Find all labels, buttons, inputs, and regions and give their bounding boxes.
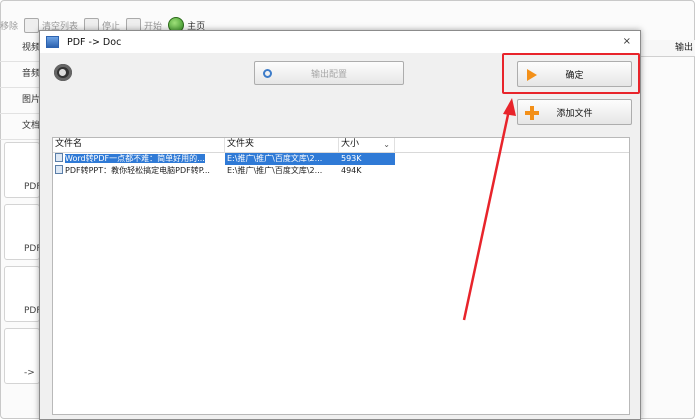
- column-header-size-label: 大小: [341, 139, 360, 149]
- add-file-button[interactable]: 添加文件: [517, 99, 632, 125]
- plus-icon: [525, 106, 539, 120]
- file-size: 593K: [339, 153, 395, 165]
- column-header-name[interactable]: 文件名: [53, 138, 225, 152]
- close-icon[interactable]: ×: [623, 36, 631, 47]
- sidebar-tab-audio[interactable]: 音频: [0, 62, 40, 88]
- table-row[interactable]: PDF转PPT：教你轻松搞定电脑PDF转P... E:\推广\推广\百度文库\2…: [53, 165, 629, 177]
- dialog-titlebar[interactable]: PDF -> Doc ×: [40, 31, 640, 53]
- app-window-icon: [46, 36, 59, 48]
- sidebar-tab-document[interactable]: 文档: [0, 114, 40, 140]
- file-name-cell: Word转PDF一点都不难：简单好用的...: [53, 153, 225, 165]
- column-header-size[interactable]: 大小 ⌄: [339, 138, 395, 152]
- file-name: Word转PDF一点都不难：简单好用的...: [65, 154, 205, 163]
- column-header-folder[interactable]: 文件夹: [225, 138, 339, 152]
- settings-icon: [263, 69, 272, 78]
- dialog-title: PDF -> Doc: [67, 36, 122, 48]
- sort-chevron-icon: ⌄: [383, 140, 390, 149]
- file-list[interactable]: 文件名 文件夹 大小 ⌄ Word转PDF一点都不难：简单好用的... E:\推…: [52, 137, 630, 415]
- file-folder: E:\推广\推广\百度文库\2...: [225, 153, 339, 165]
- add-file-label: 添加文件: [556, 108, 593, 119]
- sidebar-tab-video[interactable]: 视频: [0, 36, 40, 62]
- table-row[interactable]: Word转PDF一点都不难：简单好用的... E:\推广\推广\百度文库\2..…: [53, 153, 629, 165]
- output-config-button[interactable]: 输出配置: [254, 61, 404, 85]
- output-config-label: 输出配置: [310, 69, 347, 80]
- file-name-cell: PDF转PPT：教你轻松搞定电脑PDF转P...: [53, 165, 225, 177]
- file-icon: [55, 153, 63, 162]
- file-list-header: 文件名 文件夹 大小 ⌄: [53, 138, 629, 153]
- output-column-header: 输出: [640, 40, 695, 57]
- clear-list-icon: [24, 17, 40, 33]
- sidebar-tab-image[interactable]: 图片: [0, 88, 40, 114]
- category-sidebar: 视频 音频 图片 文档: [0, 36, 40, 140]
- file-icon: [55, 165, 63, 174]
- remove-label: 移除: [0, 21, 19, 32]
- file-size: 494K: [341, 166, 362, 175]
- file-name: PDF转PPT：教你轻松搞定电脑PDF转P...: [65, 166, 210, 175]
- highlight-box: [502, 53, 640, 94]
- film-reel-icon: [54, 64, 72, 81]
- converter-card-label: ->: [24, 368, 35, 378]
- remove-button[interactable]: 移除: [0, 19, 18, 32]
- file-folder: E:\推广\推广\百度文库\2...: [227, 166, 323, 175]
